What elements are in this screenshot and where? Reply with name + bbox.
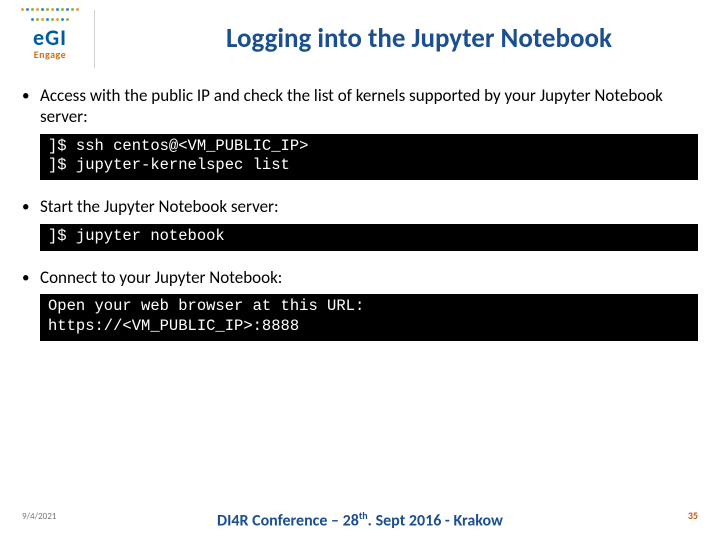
- footer-conference: DI4R Conference – 28th. Sept 2016 - Krak…: [0, 509, 720, 530]
- terminal-block: ]$ jupyter notebook: [40, 224, 698, 251]
- footer-center-prefix: DI4R Conference – 28: [217, 511, 359, 530]
- bullet-item: • Access with the public IP and check th…: [22, 85, 698, 128]
- slide-content: • Access with the public IP and check th…: [22, 85, 698, 351]
- logo-subtext: Engage: [14, 48, 86, 61]
- egi-logo: eGI Engage: [14, 8, 86, 61]
- bullet-text: Connect to your Jupyter Notebook:: [40, 267, 698, 288]
- terminal-block: ]$ ssh centos@<VM_PUBLIC_IP> ]$ jupyter-…: [40, 134, 698, 181]
- bullet-text: Start the Jupyter Notebook server:: [40, 196, 698, 217]
- header-divider: [94, 10, 95, 68]
- bullet-dot-icon: •: [22, 85, 40, 128]
- bullet-dot-icon: •: [22, 267, 40, 288]
- page-title: Logging into the Jupyter Notebook: [138, 22, 700, 55]
- ordinal-suffix: th: [359, 509, 368, 522]
- bullet-item: • Connect to your Jupyter Notebook:: [22, 267, 698, 288]
- bullet-dot-icon: •: [22, 196, 40, 217]
- bullet-text: Access with the public IP and check the …: [40, 85, 698, 128]
- slide-footer: DI4R Conference – 28th. Sept 2016 - Krak…: [0, 509, 720, 522]
- logo-text: eGI: [14, 28, 86, 48]
- footer-center-suffix: . Sept 2016 - Krakow: [368, 511, 503, 530]
- terminal-block: Open your web browser at this URL: https…: [40, 294, 698, 341]
- bullet-item: • Start the Jupyter Notebook server:: [22, 196, 698, 217]
